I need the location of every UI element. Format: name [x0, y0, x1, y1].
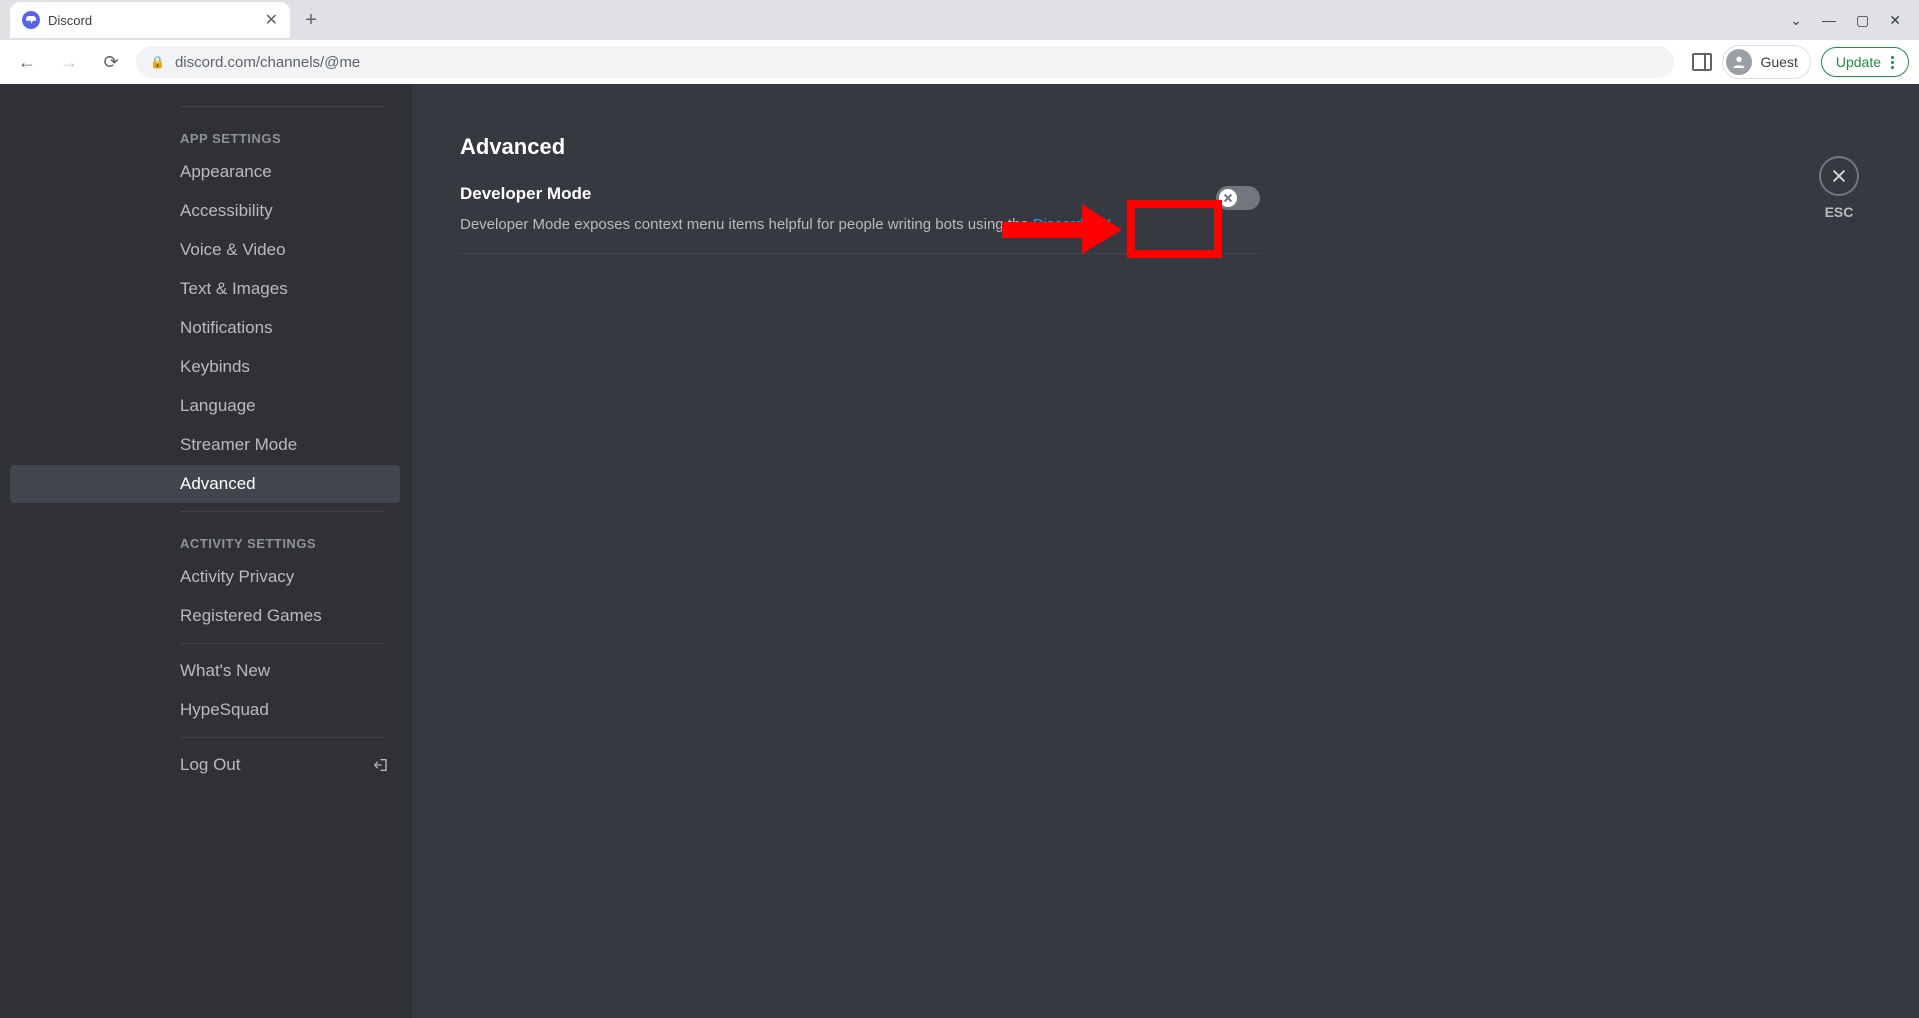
- sidebar-item-text-images[interactable]: Text & Images: [10, 270, 400, 308]
- close-settings: ESC: [1819, 156, 1859, 220]
- sidebar-item-accessibility[interactable]: Accessibility: [10, 192, 400, 230]
- toggle-thumb-off-icon: [1219, 189, 1237, 207]
- sidebar-item-keybinds[interactable]: Keybinds: [10, 348, 400, 386]
- close-settings-button[interactable]: [1819, 156, 1859, 196]
- page-title: Advanced: [460, 134, 1260, 160]
- profile-badge[interactable]: Guest: [1722, 45, 1810, 79]
- minimize-button[interactable]: —: [1822, 12, 1836, 28]
- reload-button[interactable]: ⟳: [94, 45, 128, 79]
- profile-label: Guest: [1760, 54, 1797, 70]
- app-settings-heading: APP SETTINGS: [10, 115, 400, 152]
- sidebar-item-advanced[interactable]: Advanced: [10, 465, 400, 503]
- tab-title: Discord: [48, 13, 257, 28]
- sidebar-item-logout[interactable]: Log Out: [10, 746, 400, 784]
- settings-content: Advanced Developer Mode Developer Mode e…: [412, 84, 1919, 1018]
- sidebar-item-language[interactable]: Language: [10, 387, 400, 425]
- address-bar[interactable]: 🔒 discord.com/channels/@me: [136, 46, 1674, 78]
- sidebar-item-streamer-mode[interactable]: Streamer Mode: [10, 426, 400, 464]
- browser-tab-strip: Discord ✕ + ⌄ — ▢ ✕: [0, 0, 1919, 40]
- settings-sidebar: APP SETTINGS Appearance Accessibility Vo…: [0, 84, 412, 1018]
- sidebar-item-registered-games[interactable]: Registered Games: [10, 597, 400, 635]
- sidebar-item-voice-video[interactable]: Voice & Video: [10, 231, 400, 269]
- discord-settings: APP SETTINGS Appearance Accessibility Vo…: [0, 84, 1919, 1018]
- browser-toolbar: ← → ⟳ 🔒 discord.com/channels/@me Guest U…: [0, 40, 1919, 84]
- developer-mode-description: Developer Mode exposes context menu item…: [460, 214, 1115, 235]
- divider: [180, 737, 385, 738]
- close-window-button[interactable]: ✕: [1889, 12, 1901, 29]
- activity-settings-heading: ACTIVITY SETTINGS: [10, 520, 400, 557]
- developer-mode-label: Developer Mode: [460, 184, 1115, 204]
- esc-label: ESC: [1825, 204, 1854, 220]
- sidebar-item-notifications[interactable]: Notifications: [10, 309, 400, 347]
- sidebar-item-whats-new[interactable]: What's New: [10, 652, 400, 690]
- divider: [180, 106, 385, 107]
- sidebar-item-hypesquad[interactable]: HypeSquad: [10, 691, 400, 729]
- new-tab-button[interactable]: +: [296, 5, 326, 35]
- divider: [180, 643, 385, 644]
- url-text: discord.com/channels/@me: [175, 54, 360, 71]
- sidebar-item-activity-privacy[interactable]: Activity Privacy: [10, 558, 400, 596]
- lock-icon: 🔒: [150, 55, 165, 69]
- discord-favicon: [22, 11, 40, 29]
- browser-tab[interactable]: Discord ✕: [10, 2, 290, 38]
- close-tab-icon[interactable]: ✕: [265, 10, 278, 30]
- tab-search-icon[interactable]: ⌄: [1790, 12, 1802, 29]
- maximize-button[interactable]: ▢: [1856, 12, 1869, 29]
- developer-mode-toggle[interactable]: [1216, 186, 1260, 210]
- sidebar-item-appearance[interactable]: Appearance: [10, 153, 400, 191]
- developer-mode-row: Developer Mode Developer Mode exposes co…: [460, 184, 1260, 254]
- side-panel-icon[interactable]: [1692, 53, 1712, 71]
- logout-icon: [374, 757, 390, 773]
- forward-button[interactable]: →: [52, 45, 86, 79]
- window-controls: ⌄ — ▢ ✕: [1772, 0, 1919, 40]
- avatar-icon: [1726, 49, 1752, 75]
- update-label: Update: [1836, 54, 1881, 70]
- back-button[interactable]: ←: [10, 45, 44, 79]
- logout-label: Log Out: [180, 755, 241, 775]
- kebab-icon: [1891, 56, 1894, 69]
- update-button[interactable]: Update: [1821, 47, 1909, 77]
- discord-api-link[interactable]: Discord API: [1033, 216, 1111, 233]
- divider: [180, 511, 385, 512]
